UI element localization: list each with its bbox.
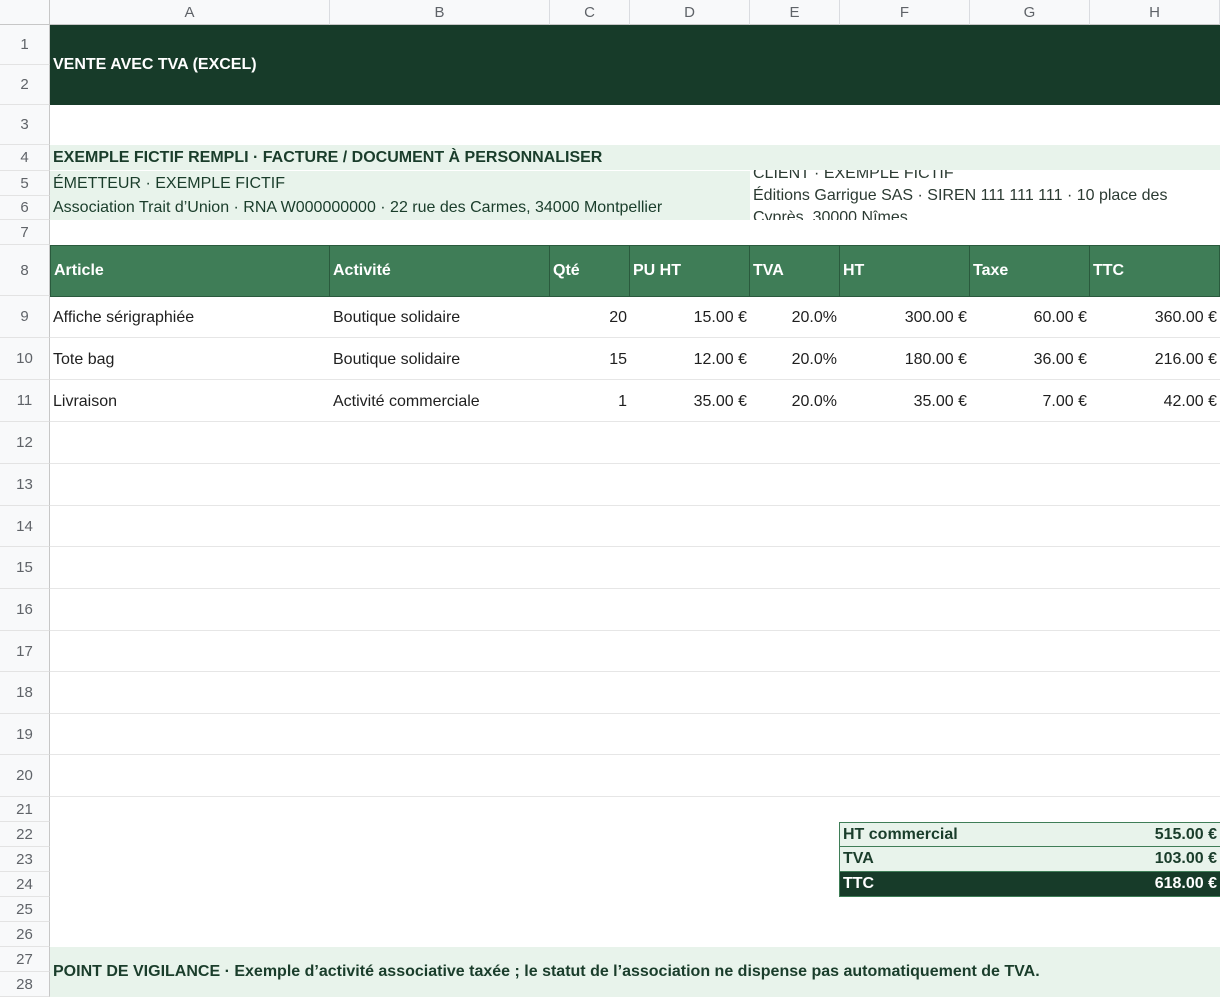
cell-article[interactable]: Livraison	[50, 382, 330, 422]
row-header-20[interactable]: 20	[0, 755, 50, 797]
row-header-5[interactable]: 5	[0, 171, 50, 196]
row-header-13[interactable]: 13	[0, 464, 50, 506]
row-15-bg	[50, 547, 1220, 589]
row-header-11[interactable]: 11	[0, 380, 50, 422]
cell-article[interactable]: Affiche sérigraphiée	[50, 298, 330, 338]
row-header-8[interactable]: 8	[0, 245, 50, 296]
row-header-3[interactable]: 3	[0, 105, 50, 145]
issuer-label[interactable]: ÉMETTEUR · EXEMPLE FICTIF	[50, 172, 750, 196]
cell-qte[interactable]: 15	[550, 340, 630, 380]
row-13-bg	[50, 464, 1220, 506]
row-header-22[interactable]: 22	[0, 822, 50, 847]
row-header-7[interactable]: 7	[0, 220, 50, 245]
row-header-24[interactable]: 24	[0, 872, 50, 897]
row-header-21[interactable]: 21	[0, 797, 50, 822]
cell-ttc[interactable]: 42.00 €	[1090, 382, 1220, 422]
column-header-d[interactable]: D	[630, 0, 750, 25]
th-qte[interactable]: Qté	[550, 245, 630, 297]
row-17-bg	[50, 631, 1220, 672]
select-all-corner[interactable]	[0, 0, 50, 25]
total-ttc-value[interactable]: 618.00 €	[1090, 872, 1220, 896]
row-header-28[interactable]: 28	[0, 972, 50, 997]
row-header-12[interactable]: 12	[0, 422, 50, 464]
row-20-bg	[50, 755, 1220, 797]
row-header-10[interactable]: 10	[0, 338, 50, 380]
row-header-4[interactable]: 4	[0, 145, 50, 171]
cell-pu-ht[interactable]: 15.00 €	[630, 298, 750, 338]
column-header-c[interactable]: C	[550, 0, 630, 25]
row-header-17[interactable]: 17	[0, 631, 50, 672]
column-header-b[interactable]: B	[330, 0, 550, 25]
row-header-18[interactable]: 18	[0, 672, 50, 714]
row-16-bg	[50, 589, 1220, 631]
cell-taxe[interactable]: 36.00 €	[970, 340, 1090, 380]
cell-pu-ht[interactable]: 12.00 €	[630, 340, 750, 380]
column-header-e[interactable]: E	[750, 0, 840, 25]
th-pu-ht[interactable]: PU HT	[630, 245, 750, 297]
document-title[interactable]: VENTE AVEC TVA (EXCEL)	[50, 25, 1220, 105]
total-ht-label[interactable]: HT commercial	[840, 823, 1090, 847]
row-19-bg	[50, 714, 1220, 755]
column-header-g[interactable]: G	[970, 0, 1090, 25]
row-header-2[interactable]: 2	[0, 65, 50, 105]
total-tva-label[interactable]: TVA	[840, 847, 1090, 872]
column-header-a[interactable]: A	[50, 0, 330, 25]
spreadsheet-grid[interactable]: A B C D E F G H 1 2 3 4 5 6 7 8 9 10 11 …	[0, 0, 1220, 997]
row-header-19[interactable]: 19	[0, 714, 50, 755]
client-detail: Éditions Garrigue SAS · SIREN 111 111 11…	[753, 187, 1168, 220]
cell-ttc[interactable]: 216.00 €	[1090, 340, 1220, 380]
cell-taxe[interactable]: 60.00 €	[970, 298, 1090, 338]
row-14-bg	[50, 506, 1220, 547]
cell-activite[interactable]: Boutique solidaire	[330, 298, 550, 338]
th-activite[interactable]: Activité	[330, 245, 550, 297]
th-article[interactable]: Article	[50, 245, 330, 297]
client-block[interactable]: CLIENT · EXEMPLE FICTIF Éditions Garrigu…	[750, 163, 1220, 220]
row-header-23[interactable]: 23	[0, 847, 50, 872]
cell-ht[interactable]: 35.00 €	[840, 382, 970, 422]
client-band-top	[750, 145, 1220, 170]
issuer-detail[interactable]: Association Trait d’Union · RNA W0000000…	[50, 196, 750, 220]
th-tva[interactable]: TVA	[750, 245, 840, 297]
row-header-27[interactable]: 27	[0, 947, 50, 972]
cell-tva[interactable]: 20.0%	[750, 298, 840, 338]
cell-article[interactable]: Tote bag	[50, 340, 330, 380]
column-header-f[interactable]: F	[840, 0, 970, 25]
th-taxe[interactable]: Taxe	[970, 245, 1090, 297]
cell-qte[interactable]: 1	[550, 382, 630, 422]
th-ttc[interactable]: TTC	[1090, 245, 1220, 297]
cell-qte[interactable]: 20	[550, 298, 630, 338]
row-18-bg	[50, 672, 1220, 714]
row-header-1[interactable]: 1	[0, 25, 50, 65]
cell-activite[interactable]: Boutique solidaire	[330, 340, 550, 380]
cell-tva[interactable]: 20.0%	[750, 382, 840, 422]
row-12-bg	[50, 422, 1220, 464]
cell-taxe[interactable]: 7.00 €	[970, 382, 1090, 422]
cell-ht[interactable]: 300.00 €	[840, 298, 970, 338]
row-header-14[interactable]: 14	[0, 506, 50, 547]
row-header-26[interactable]: 26	[0, 922, 50, 947]
total-tva-value[interactable]: 103.00 €	[1090, 847, 1220, 872]
column-header-h[interactable]: H	[1090, 0, 1220, 25]
cell-ht[interactable]: 180.00 €	[840, 340, 970, 380]
cell-ttc[interactable]: 360.00 €	[1090, 298, 1220, 338]
row-header-25[interactable]: 25	[0, 897, 50, 922]
row-header-6[interactable]: 6	[0, 196, 50, 220]
cell-pu-ht[interactable]: 35.00 €	[630, 382, 750, 422]
row-header-9[interactable]: 9	[0, 296, 50, 338]
row-header-16[interactable]: 16	[0, 589, 50, 631]
total-ttc-label[interactable]: TTC	[840, 872, 1090, 896]
total-ht-value[interactable]: 515.00 €	[1090, 823, 1220, 847]
row-header-15[interactable]: 15	[0, 547, 50, 589]
cell-activite[interactable]: Activité commerciale	[330, 382, 550, 422]
vigilance-note[interactable]: POINT DE VIGILANCE · Exemple d’activité …	[50, 947, 1220, 997]
cell-tva[interactable]: 20.0%	[750, 340, 840, 380]
th-ht[interactable]: HT	[840, 245, 970, 297]
